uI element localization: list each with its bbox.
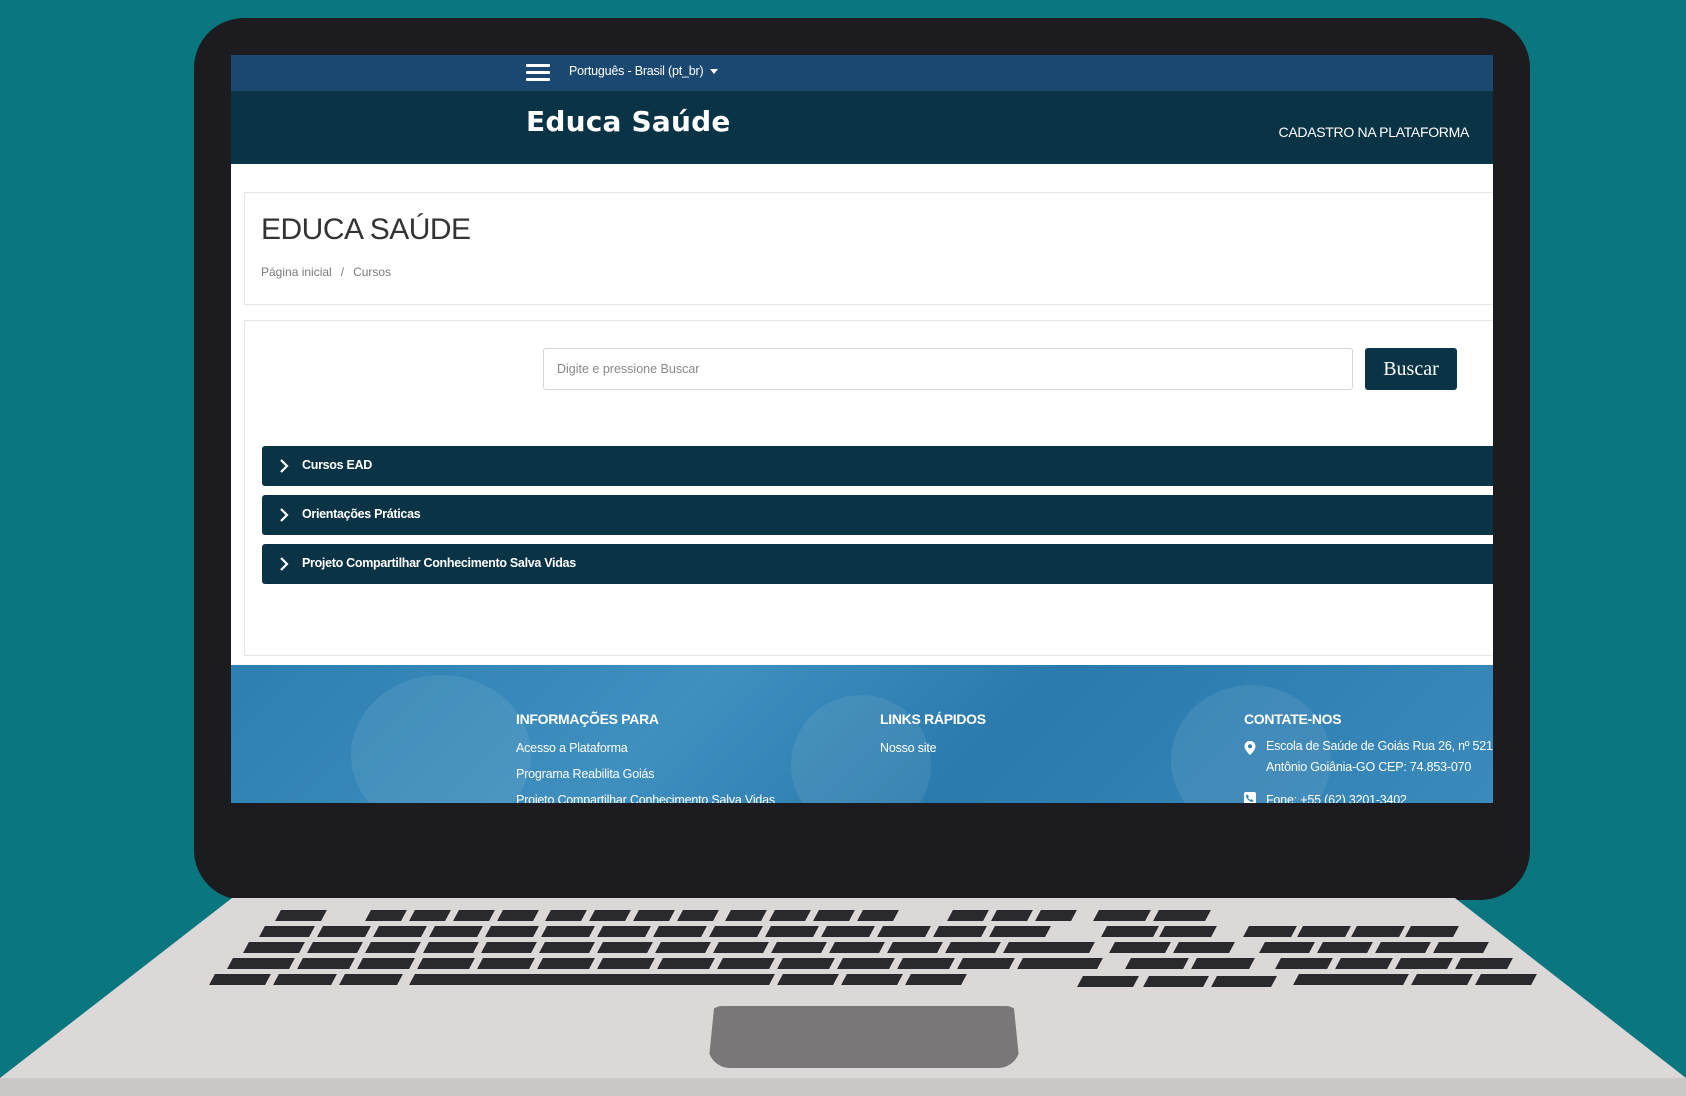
category-projeto-compartilhar[interactable]: Projeto Compartilhar Conhecimento Salva … (262, 544, 1493, 584)
caret-down-icon (710, 69, 719, 75)
footer-link-projeto[interactable]: Projeto Compartilhar Conhecimento Salva … (516, 793, 775, 803)
breadcrumb-home[interactable]: Página inicial (261, 265, 332, 279)
category-label: Projeto Compartilhar Conhecimento Salva … (302, 556, 576, 570)
menu-icon[interactable] (526, 64, 550, 82)
phone-icon (1244, 792, 1256, 803)
category-orientacoes-praticas[interactable]: Orientações Práticas (262, 495, 1493, 535)
course-panel: Digite e pressione Buscar Buscar (244, 320, 1493, 656)
footer-quick-title: LINKS RÁPIDOS (880, 711, 986, 727)
browser-viewport: Português - Brasil (pt_br) Educa Saúde C… (231, 55, 1493, 803)
page-header-panel: EDUCA SAÚDE Página inicial / Cursos (244, 192, 1493, 305)
site-footer: INFORMAÇÕES PARA Acesso a Plataforma Pro… (231, 665, 1493, 803)
breadcrumb: Página inicial / Cursos (261, 265, 391, 279)
category-label: Cursos EAD (302, 458, 372, 472)
footer-phone: Fone: +55 (62) 3201-3402 (1266, 793, 1407, 803)
laptop-trackpad (708, 1006, 1020, 1068)
site-header: Educa Saúde CADASTRO NA PLATAFORMA (231, 91, 1493, 164)
language-selector[interactable]: Português - Brasil (pt_br) (569, 64, 719, 78)
chevron-right-icon (280, 508, 289, 522)
footer-contact-title: CONTATE-NOS (1244, 711, 1342, 727)
footer-link-reabilita[interactable]: Programa Reabilita Goiás (516, 767, 655, 781)
footer-background-shape (351, 675, 531, 803)
page-title: EDUCA SAÚDE (261, 213, 471, 246)
search-input[interactable]: Digite e pressione Buscar (543, 348, 1353, 390)
category-cursos-ead[interactable]: Cursos EAD (262, 446, 1493, 486)
location-pin-icon (1244, 741, 1256, 755)
chevron-right-icon (280, 557, 289, 571)
breadcrumb-separator: / (340, 265, 345, 279)
site-brand[interactable]: Educa Saúde (526, 105, 731, 138)
breadcrumb-courses[interactable]: Cursos (353, 265, 391, 279)
footer-link-platform[interactable]: Acesso a Plataforma (516, 741, 628, 755)
footer-address-line1: Escola de Saúde de Goiás Rua 26, nº 521,… (1266, 739, 1493, 753)
language-label: Português - Brasil (pt_br) (569, 64, 704, 78)
search-button[interactable]: Buscar (1365, 348, 1457, 390)
footer-link-site[interactable]: Nosso site (880, 741, 937, 755)
top-navbar: Português - Brasil (pt_br) (231, 55, 1493, 91)
footer-info-title: INFORMAÇÕES PARA (516, 711, 659, 727)
chevron-right-icon (280, 459, 289, 473)
footer-address-line2: Antônio Goiânia-GO CEP: 74.853-070 (1266, 760, 1472, 774)
register-link[interactable]: CADASTRO NA PLATAFORMA (1279, 124, 1470, 140)
category-label: Orientações Práticas (302, 507, 421, 521)
